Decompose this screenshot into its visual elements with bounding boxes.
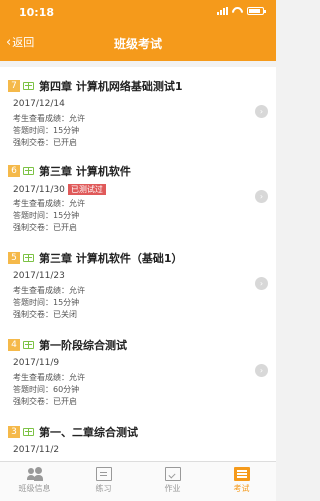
tab-exam[interactable]: 考试 <box>207 462 276 501</box>
document-icon <box>95 467 112 481</box>
wifi-icon <box>232 7 243 15</box>
tab-label: 考试 <box>233 484 250 493</box>
exam-heading: 3 第一、二章综合测试 <box>8 424 138 440</box>
exam-date: 2017/12/14 <box>13 99 65 109</box>
exam-score-view: 考生查看成绩：允许 <box>13 373 85 382</box>
exam-title: 第三章 计算机软件 <box>39 165 131 178</box>
tab-bar: 班级信息 练习 作业 考试 <box>0 461 276 501</box>
exam-score-view: 考生查看成绩：允许 <box>13 199 85 208</box>
exam-score-view: 考生查看成绩：允许 <box>13 114 85 123</box>
exam-item[interactable]: 7 第四章 计算机网络基础测试1 2017/12/14 考生查看成绩：允许 答题… <box>0 67 276 155</box>
exam-duration: 答题时间：15分钟 <box>13 126 80 135</box>
exam-item[interactable]: 5 第三章 计算机软件（基础1） 2017/11/23 考生查看成绩：允许 答题… <box>0 239 276 327</box>
exam-heading: 4 第一阶段综合测试 <box>8 337 127 353</box>
exam-date: 2017/11/23 <box>13 271 65 281</box>
chevron-right-icon[interactable]: › <box>255 277 268 290</box>
exam-number-badge: 4 <box>8 339 20 351</box>
exam-date: 2017/11/9 <box>13 358 60 368</box>
exam-date-row: 2017/11/30 已测试过 <box>13 184 106 195</box>
exam-score-view: 考生查看成绩：允许 <box>13 286 85 295</box>
tested-badge: 已测试过 <box>67 184 106 195</box>
exam-item[interactable]: 3 第一、二章综合测试 2017/11/2 <box>0 413 276 461</box>
exam-number-badge: 3 <box>8 426 20 438</box>
exam-force-submit: 强制交卷：已关闭 <box>13 310 77 319</box>
exam-duration: 答题时间：15分钟 <box>13 298 80 307</box>
exam-date-row: 2017/11/2 <box>13 445 59 455</box>
exam-date: 2017/11/30 <box>13 184 65 195</box>
people-icon <box>26 467 43 481</box>
book-icon <box>23 82 34 90</box>
exam-title: 第一阶段综合测试 <box>39 339 127 352</box>
tab-practice[interactable]: 练习 <box>69 462 138 501</box>
exam-force-submit: 强制交卷：已开启 <box>13 138 77 147</box>
status-icons <box>217 7 266 15</box>
tab-class-info[interactable]: 班级信息 <box>0 462 69 501</box>
tab-label: 班级信息 <box>18 484 51 493</box>
chevron-right-icon[interactable]: › <box>255 364 268 377</box>
book-icon <box>23 254 34 262</box>
exam-title: 第四章 计算机网络基础测试1 <box>39 80 183 93</box>
exam-title: 第一、二章综合测试 <box>39 426 138 439</box>
exam-force-submit: 强制交卷：已开启 <box>13 223 77 232</box>
exam-date: 2017/11/2 <box>13 445 60 455</box>
exam-date-row: 2017/11/23 <box>13 271 65 281</box>
exam-item[interactable]: 4 第一阶段综合测试 2017/11/9 考生查看成绩：允许 答题时间：60分钟… <box>0 326 276 414</box>
exam-duration: 答题时间：15分钟 <box>13 211 80 220</box>
tab-label: 作业 <box>164 484 181 493</box>
exam-number-badge: 5 <box>8 252 20 264</box>
nav-bar: ‹ 返回 班级考试 <box>0 26 276 61</box>
status-bar: 10:18 <box>0 0 276 26</box>
exam-heading: 6 第三章 计算机软件 <box>8 163 131 179</box>
exam-date-row: 2017/11/9 <box>13 358 59 368</box>
exam-duration: 答题时间：60分钟 <box>13 385 80 394</box>
tab-label: 练习 <box>95 484 112 493</box>
book-icon <box>23 341 34 349</box>
chevron-right-icon[interactable]: › <box>255 105 268 118</box>
exam-title: 第三章 计算机软件（基础1） <box>39 252 183 265</box>
exam-icon <box>233 467 250 481</box>
exam-heading: 5 第三章 计算机软件（基础1） <box>8 250 182 266</box>
exam-list: 7 第四章 计算机网络基础测试1 2017/12/14 考生查看成绩：允许 答题… <box>0 61 276 461</box>
homework-icon <box>164 467 181 481</box>
battery-icon <box>247 7 266 15</box>
exam-heading: 7 第四章 计算机网络基础测试1 <box>8 78 182 94</box>
exam-number-badge: 6 <box>8 165 20 177</box>
page-title: 班级考试 <box>113 37 162 51</box>
signal-icon <box>217 7 228 15</box>
status-time: 10:18 <box>19 6 55 19</box>
tab-homework[interactable]: 作业 <box>138 462 207 501</box>
book-icon <box>23 428 34 436</box>
exam-item[interactable]: 6 第三章 计算机软件 2017/11/30 已测试过 考生查看成绩：允许 答题… <box>0 152 276 240</box>
exam-number-badge: 7 <box>8 80 20 92</box>
book-icon <box>23 167 34 175</box>
chevron-right-icon[interactable]: › <box>255 190 268 203</box>
exam-date-row: 2017/12/14 <box>13 99 65 109</box>
exam-force-submit: 强制交卷：已开启 <box>13 397 77 406</box>
